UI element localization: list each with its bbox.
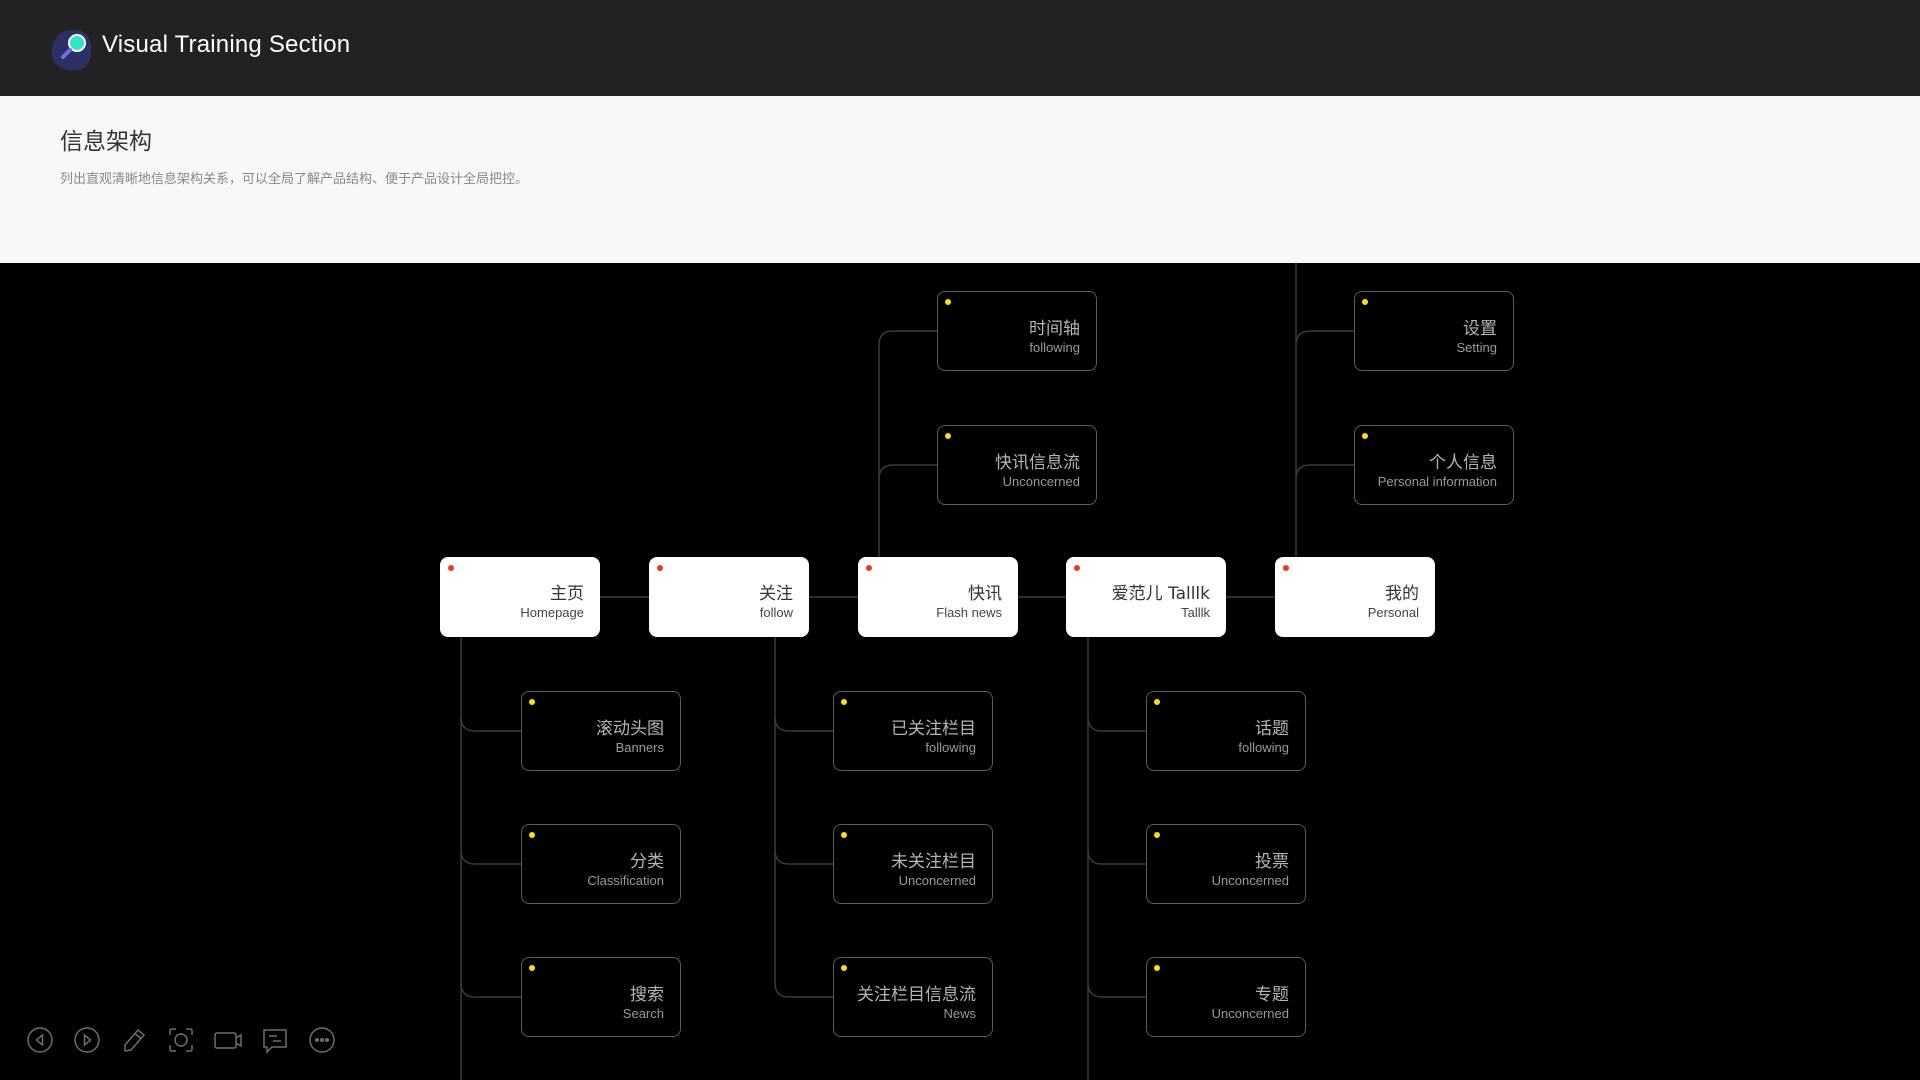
node-subtitle: Flash news: [936, 605, 1002, 620]
page-subtitle: 列出直观清晰地信息架构关系，可以全局了解产品结构、便于产品设计全局把控。: [60, 172, 529, 187]
status-dot: [841, 699, 847, 705]
node-title: 设置: [1463, 319, 1497, 339]
node-subtitle: Personal: [1367, 605, 1419, 620]
node-search[interactable]: 搜索 Search: [521, 957, 681, 1037]
node-subtitle: follow: [759, 605, 793, 620]
status-dot: [529, 832, 535, 838]
pen-button[interactable]: [118, 1024, 150, 1056]
node-subtitle: Unconcerned: [1002, 474, 1080, 489]
node-column-feed[interactable]: 关注栏目信息流 News: [833, 957, 993, 1037]
status-dot: [1362, 299, 1368, 305]
node-title: 爱范儿 Talllk: [1111, 584, 1210, 604]
node-title: 快讯信息流: [995, 453, 1080, 473]
app-title: Visual Training Section: [102, 31, 351, 58]
node-subtitle: Unconcerned: [1211, 1006, 1289, 1021]
node-homepage[interactable]: 主页 Homepage: [440, 557, 600, 637]
node-subtitle: following: [925, 740, 976, 755]
node-title: 我的: [1385, 584, 1419, 604]
status-dot: [448, 565, 454, 571]
node-subtitle: News: [943, 1006, 976, 1021]
node-subtitle: following: [1238, 740, 1289, 755]
node-timeline[interactable]: 时间轴 following: [937, 291, 1097, 371]
node-subtitle: Unconcerned: [898, 873, 976, 888]
node-following-columns[interactable]: 已关注栏目 following: [833, 691, 993, 771]
node-title: 个人信息: [1429, 453, 1497, 473]
node-classification[interactable]: 分类 Classification: [521, 824, 681, 904]
status-dot: [841, 832, 847, 838]
screenshot-button[interactable]: [165, 1024, 197, 1056]
node-title: 关注: [759, 584, 793, 604]
node-subtitle: Personal information: [1377, 474, 1497, 489]
node-title: 滚动头图: [596, 719, 664, 739]
node-title: 投票: [1255, 852, 1289, 872]
status-dot: [1154, 699, 1160, 705]
node-unfollowed-columns[interactable]: 未关注栏目 Unconcerned: [833, 824, 993, 904]
node-title: 分类: [630, 852, 664, 872]
comment-icon: [263, 1029, 287, 1054]
previous-icon: [27, 1027, 53, 1053]
node-subtitle: Classification: [587, 873, 664, 888]
node-title: 搜索: [630, 985, 664, 1005]
node-personal[interactable]: 我的 Personal: [1275, 557, 1435, 637]
node-subtitle: Banners: [615, 740, 664, 755]
app-header: Visual Training Section: [0, 0, 1920, 96]
node-title: 快讯: [968, 584, 1002, 604]
node-subtitle: Unconcerned: [1211, 873, 1289, 888]
node-talllk[interactable]: 爱范儿 Talllk Talllk: [1066, 557, 1226, 637]
status-dot: [1362, 433, 1368, 439]
more-icon: [309, 1027, 335, 1053]
node-title: 话题: [1255, 719, 1289, 739]
node-title: 时间轴: [1029, 319, 1080, 339]
page-title: 信息架构: [60, 129, 152, 155]
node-flash-news[interactable]: 快讯 Flash news: [858, 557, 1018, 637]
node-title: 未关注栏目: [891, 852, 976, 872]
node-title: 已关注栏目: [891, 719, 976, 739]
status-dot: [1154, 832, 1160, 838]
screenshot-icon: [169, 1028, 193, 1052]
status-dot: [529, 699, 535, 705]
status-dot: [945, 299, 951, 305]
previous-button[interactable]: [24, 1024, 56, 1056]
node-title: 关注栏目信息流: [857, 985, 976, 1005]
status-dot: [1283, 565, 1289, 571]
node-subtitle: Setting: [1456, 340, 1497, 355]
node-personal-info[interactable]: 个人信息 Personal information: [1354, 425, 1514, 505]
status-dot: [1074, 565, 1080, 571]
node-follow[interactable]: 关注 follow: [649, 557, 809, 637]
comment-button[interactable]: [259, 1024, 291, 1056]
node-subtitle: Search: [622, 1006, 664, 1021]
node-subtitle: Talllk: [1181, 605, 1210, 620]
next-icon: [74, 1027, 100, 1053]
more-button[interactable]: [306, 1024, 338, 1056]
status-dot: [945, 433, 951, 439]
node-special[interactable]: 专题 Unconcerned: [1146, 957, 1306, 1037]
camera-button[interactable]: [212, 1024, 244, 1056]
status-dot: [529, 965, 535, 971]
pen-icon: [124, 1028, 146, 1052]
status-dot: [866, 565, 872, 571]
status-dot: [657, 565, 663, 571]
status-dot: [1154, 965, 1160, 971]
node-banners[interactable]: 滚动头图 Banners: [521, 691, 681, 771]
camera-icon: [214, 1032, 242, 1049]
node-flash-feed[interactable]: 快讯信息流 Unconcerned: [937, 425, 1097, 505]
node-title: 主页: [550, 584, 584, 604]
node-setting[interactable]: 设置 Setting: [1354, 291, 1514, 371]
next-button[interactable]: [71, 1024, 103, 1056]
node-title: 专题: [1255, 985, 1289, 1005]
node-subtitle: following: [1029, 340, 1080, 355]
node-topics[interactable]: 话题 following: [1146, 691, 1306, 771]
node-subtitle: Homepage: [520, 605, 584, 620]
node-vote[interactable]: 投票 Unconcerned: [1146, 824, 1306, 904]
magnifier-logo-icon: [51, 29, 92, 71]
status-dot: [841, 965, 847, 971]
